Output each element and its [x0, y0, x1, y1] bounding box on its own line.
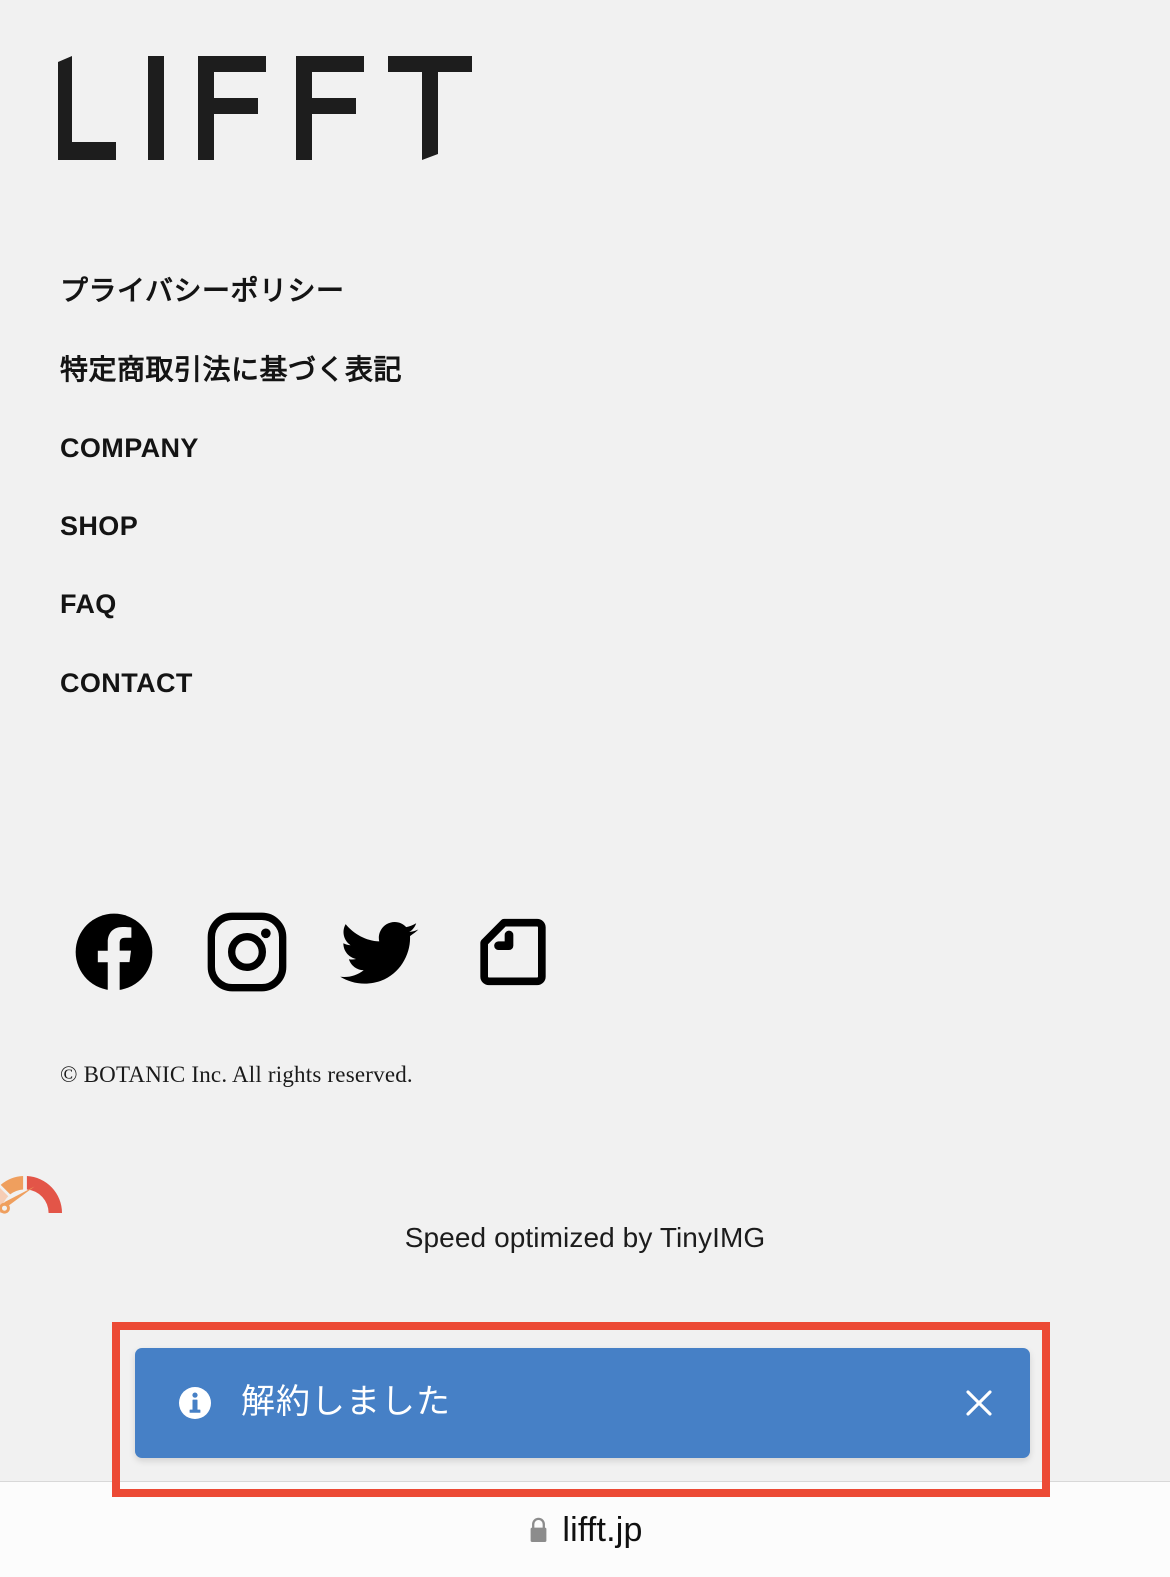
- tinyimg-badge: Speed optimized by TinyIMG: [0, 1160, 1170, 1270]
- page-content: プライバシーポリシー 特定商取引法に基づく表記 COMPANY SHOP FAQ…: [0, 0, 1170, 1482]
- footer-nav: プライバシーポリシー 特定商取引法に基づく表記 COMPANY SHOP FAQ…: [60, 275, 760, 746]
- toast-notification[interactable]: 解約しました: [135, 1348, 1030, 1458]
- browser-url-bar[interactable]: lifft.jp: [0, 1483, 1170, 1577]
- url-text: lifft.jp: [562, 1511, 643, 1549]
- note-icon: [480, 918, 546, 986]
- brand-logo[interactable]: [58, 50, 488, 160]
- copyright-text: © BOTANIC Inc. All rights reserved.: [60, 1062, 413, 1087]
- footer-link-privacy-policy[interactable]: プライバシーポリシー: [60, 275, 760, 307]
- toast-message: 解約しました: [241, 1383, 451, 1422]
- tinyimg-label: Speed optimized by TinyIMG: [404, 1222, 766, 1253]
- footer-link-contact[interactable]: CONTACT: [60, 668, 760, 699]
- twitter-icon: [340, 922, 419, 984]
- lock-icon: [527, 1516, 550, 1544]
- footer-link-tokushoho[interactable]: 特定商取引法に基づく表記: [60, 354, 760, 386]
- social-links: [74, 912, 553, 992]
- social-link-instagram[interactable]: [207, 912, 287, 992]
- social-link-note[interactable]: [473, 912, 553, 992]
- info-circle-icon: [179, 1387, 211, 1419]
- social-link-facebook[interactable]: [74, 912, 154, 992]
- instagram-icon: [207, 912, 287, 992]
- speed-gauge-icon: [0, 1167, 62, 1217]
- social-link-twitter[interactable]: [340, 912, 420, 992]
- toast-close-button[interactable]: [956, 1380, 1002, 1426]
- footer-link-company[interactable]: COMPANY: [60, 433, 760, 464]
- footer-link-shop[interactable]: SHOP: [60, 511, 760, 542]
- facebook-icon: [75, 913, 153, 992]
- close-icon: [966, 1390, 992, 1416]
- footer-link-faq[interactable]: FAQ: [60, 589, 760, 620]
